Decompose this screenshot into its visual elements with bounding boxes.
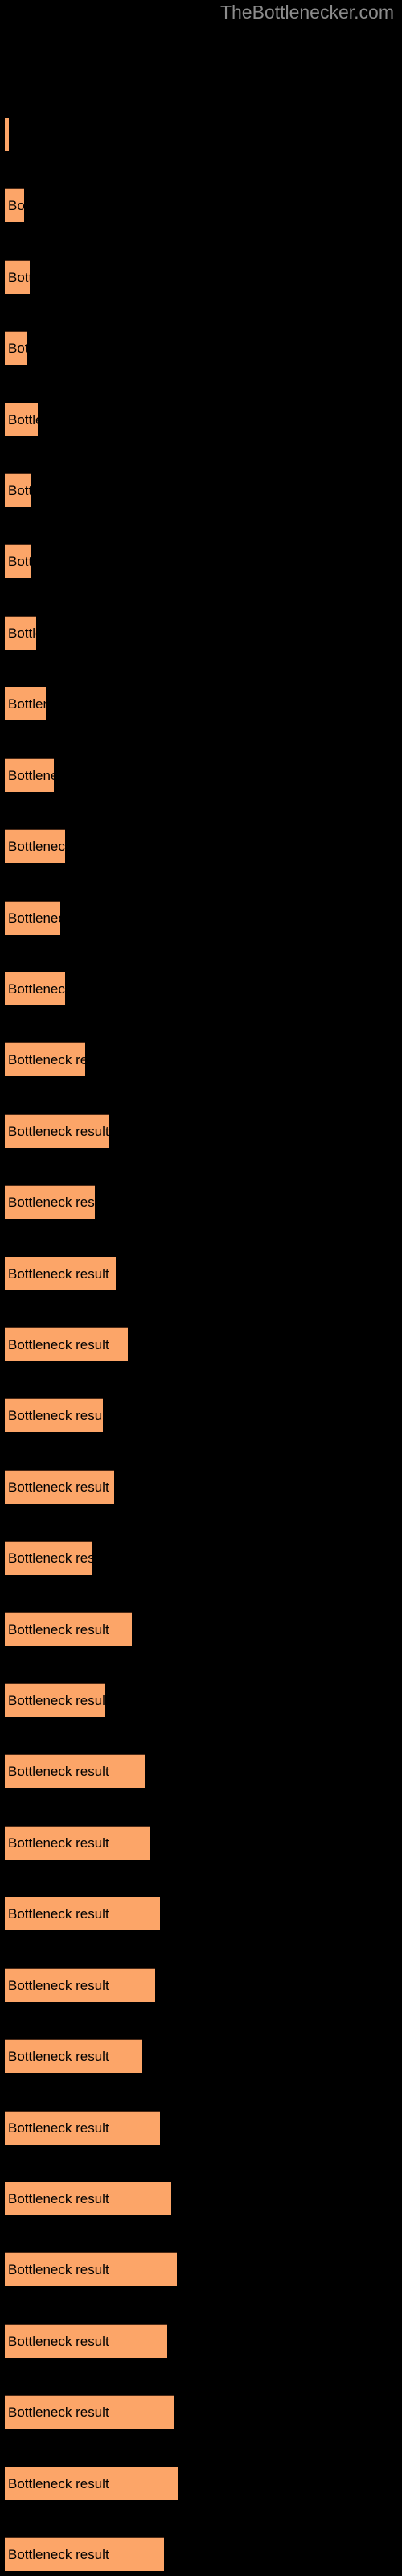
bar[interactable]: Bottleneck result	[5, 1826, 150, 1860]
bar-label: Bottleneck result	[8, 1479, 109, 1495]
bar-label: Bottleneck result	[8, 625, 36, 641]
bar-label: Bottleneck result	[8, 197, 24, 213]
bar[interactable]: Bottleneck result	[5, 1612, 132, 1646]
bar[interactable]: Bottleneck result	[5, 972, 65, 1005]
bar-label: Bottleneck result	[8, 553, 31, 569]
bar[interactable]: Bottleneck result	[5, 1327, 128, 1361]
bar[interactable]: Bottleneck result	[5, 544, 31, 578]
bar[interactable]: Bottleneck result	[5, 2252, 177, 2286]
bar[interactable]: Bottleneck result	[5, 1114, 109, 1148]
bar[interactable]: Bottleneck result	[5, 1185, 95, 1219]
bar[interactable]: Bottleneck result	[5, 758, 54, 792]
bar-label: Bottleneck result	[8, 2048, 109, 2064]
bar-label: Bottleneck result	[8, 2475, 109, 2491]
bar-label: Bottleneck result	[8, 127, 9, 143]
bar-label: Bottleneck result	[8, 1123, 109, 1139]
bar[interactable]: Bottleneck result	[5, 402, 38, 436]
bar-label: Bottleneck result	[8, 838, 65, 854]
bar[interactable]: Bottleneck result	[5, 2324, 167, 2358]
bar-label: Bottleneck result	[8, 340, 27, 356]
bar-label: Bottleneck result	[8, 2190, 109, 2207]
bar-label: Bottleneck result	[8, 1265, 109, 1282]
bar[interactable]: Bottleneck result	[5, 2111, 160, 2145]
bar-label: Bottleneck result	[8, 1905, 109, 1922]
bar[interactable]: Bottleneck result	[5, 188, 24, 222]
bar-label: Bottleneck result	[8, 2261, 109, 2277]
bar[interactable]: Bottleneck result	[5, 331, 27, 365]
bar-label: Bottleneck result	[8, 910, 60, 926]
bar[interactable]: Bottleneck result	[5, 901, 60, 935]
bar-label: Bottleneck result	[8, 1835, 109, 1851]
bar[interactable]: Bottleneck result	[5, 616, 36, 650]
bar-label: Bottleneck result	[8, 696, 46, 712]
bar[interactable]: Bottleneck result	[5, 687, 46, 720]
bar-label: Bottleneck result	[8, 1977, 109, 1993]
bar[interactable]: Bottleneck result	[5, 1683, 105, 1717]
bar-label: Bottleneck result	[8, 1051, 85, 1067]
bar[interactable]: Bottleneck result	[5, 2395, 174, 2429]
bar-label: Bottleneck result	[8, 1407, 103, 1423]
bar-label: Bottleneck result	[8, 2404, 109, 2420]
bar-label: Bottleneck result	[8, 2333, 109, 2349]
bar-label: Bottleneck result	[8, 980, 65, 997]
bar-label: Bottleneck result	[8, 2546, 109, 2562]
bar-label: Bottleneck result	[8, 1621, 109, 1637]
bar-label: Bottleneck result	[8, 1336, 109, 1352]
bar-label: Bottleneck result	[8, 1550, 92, 1566]
bar[interactable]: Bottleneck result	[5, 1042, 85, 1076]
bar[interactable]: Bottleneck result	[5, 1897, 160, 1930]
bar[interactable]: Bottleneck result	[5, 829, 65, 863]
bar[interactable]: Bottleneck result	[5, 2537, 164, 2571]
bar[interactable]: Bottleneck result	[5, 1754, 145, 1788]
bar[interactable]: Bottleneck result	[5, 1257, 116, 1290]
bar-label: Bottleneck result	[8, 1692, 105, 1708]
bar-label: Bottleneck result	[8, 482, 31, 498]
bar[interactable]: Bottleneck result	[5, 1398, 103, 1432]
bottleneck-bar-chart: Bottleneck result Bottleneck result Bottle…	[0, 0, 402, 2576]
bar-label: Bottleneck result	[8, 2120, 109, 2136]
bar[interactable]: Bottleneck result	[5, 2182, 171, 2215]
bar[interactable]: Bottleneck result	[5, 2039, 142, 2073]
bar-label: Bottleneck result	[8, 1194, 95, 1210]
bar-label: Bottleneck result	[8, 411, 38, 427]
bar[interactable]: Bottleneck result	[5, 2467, 178, 2500]
bar[interactable]: Bottleneck result	[5, 1968, 155, 2002]
bar-label: Bottleneck result	[8, 269, 30, 285]
bar[interactable]: Bottleneck result	[5, 473, 31, 507]
bar-label: Bottleneck result	[8, 767, 54, 783]
bar[interactable]: Bottleneck result	[5, 118, 9, 151]
bar[interactable]: Bottleneck result	[5, 1470, 114, 1504]
bar[interactable]: Bottleneck result	[5, 1541, 92, 1575]
bar-label: Bottleneck result	[8, 1763, 109, 1779]
bar[interactable]: Bottleneck result	[5, 260, 30, 294]
